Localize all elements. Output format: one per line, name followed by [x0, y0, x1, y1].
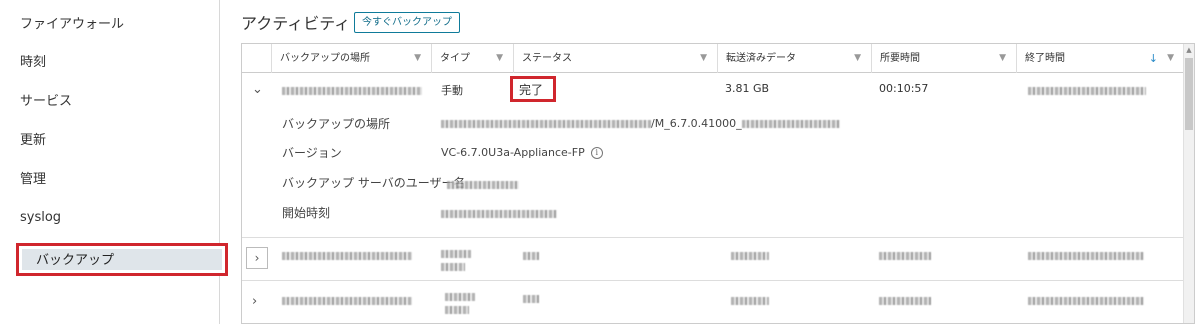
duration-value [879, 249, 931, 262]
column-header-duration[interactable]: 所要時間 ▼ [871, 44, 1016, 73]
detail-location-suffix: /M_6.7.0.41000_ [651, 117, 742, 130]
column-header-end-time[interactable]: 終了時間 ↓ ▼ [1016, 44, 1184, 73]
column-label: タイプ [440, 53, 470, 64]
chevron-right-icon[interactable]: › [246, 247, 268, 269]
column-header-data-transferred[interactable]: 転送済みデータ ▼ [717, 44, 871, 73]
sidebar-item-administration[interactable]: 管理 [20, 165, 46, 195]
table-row[interactable]: › [242, 239, 1184, 281]
sidebar-item-update[interactable]: 更新 [20, 126, 46, 156]
type-value [445, 290, 475, 316]
end-time-value [1028, 249, 1144, 262]
sort-down-icon[interactable]: ↓ [1149, 44, 1158, 73]
filter-icon[interactable]: ▼ [854, 44, 861, 73]
duration-value [879, 294, 931, 307]
location-value [282, 84, 422, 97]
detail-version-value: VC-6.7.0U3a-Appliance-FP i [441, 146, 603, 159]
sidebar-item-syslog[interactable]: syslog [20, 203, 61, 233]
sidebar-item-services[interactable]: サービス [20, 87, 72, 117]
filter-icon[interactable]: ▼ [496, 44, 503, 73]
column-header-location[interactable]: バックアップの場所 ▼ [271, 44, 431, 73]
detail-location-label: バックアップの場所 [282, 117, 391, 131]
data-transferred-value [731, 249, 769, 262]
sidebar-item-time[interactable]: 時刻 [20, 48, 46, 78]
column-label: ステータス [522, 53, 572, 64]
column-label: バックアップの場所 [280, 53, 370, 64]
status-value [523, 249, 539, 262]
sidebar-item-label: バックアップ [36, 253, 115, 268]
page-title: アクティビティ [241, 14, 351, 33]
chevron-down-icon[interactable]: ⌄ [252, 82, 263, 97]
table-row[interactable]: › [242, 282, 1184, 323]
info-icon[interactable]: i [590, 147, 603, 159]
data-transferred-value [731, 294, 769, 307]
version-text: VC-6.7.0U3a-Appliance-FP [441, 146, 585, 159]
scroll-up-icon[interactable]: ▲ [1184, 44, 1194, 56]
sidebar-item-firewall[interactable]: ファイアウォール [20, 10, 124, 40]
status-value: 完了 [519, 83, 544, 97]
status-highlight: 完了 [510, 76, 556, 102]
filter-icon[interactable]: ▼ [1167, 44, 1174, 73]
chevron-right-icon[interactable]: › [252, 294, 257, 309]
detail-start-label: 開始時刻 [282, 206, 331, 220]
detail-user-label: バックアップ サーバのユーザー名 [282, 176, 466, 190]
vertical-scrollbar[interactable]: ▲ [1183, 44, 1194, 323]
filter-icon[interactable]: ▼ [700, 44, 707, 73]
scroll-thumb[interactable] [1185, 58, 1193, 130]
status-value [523, 292, 539, 305]
filter-icon[interactable]: ▼ [999, 44, 1006, 73]
backup-now-button[interactable]: 今すぐバックアップ [354, 12, 460, 33]
end-time-value [1028, 84, 1146, 97]
table-row-expanded[interactable]: ⌄ 手動 完了 3.81 GB 00:10:57 バックアップの場所 /M_6.… [242, 74, 1184, 238]
sidebar: ファイアウォール 時刻 サービス 更新 管理 syslog バックアップ [0, 0, 228, 324]
column-header-type[interactable]: タイプ ▼ [431, 44, 513, 73]
data-transferred-value: 3.81 GB [725, 82, 770, 95]
detail-version-label: バージョン [282, 146, 342, 160]
column-label: 転送済みデータ [726, 53, 796, 64]
detail-user-value [447, 178, 519, 191]
sidebar-item-backup[interactable]: バックアップ [16, 243, 228, 276]
location-value [282, 249, 412, 262]
column-label: 終了時間 [1025, 53, 1065, 64]
filter-icon[interactable]: ▼ [414, 44, 421, 73]
detail-location-value: /M_6.7.0.41000_ [441, 117, 840, 130]
end-time-value [1028, 294, 1144, 307]
grid-header: バックアップの場所 ▼ タイプ ▼ ステータス ▼ 転送済みデータ ▼ 所要時間 ▼ 終了… [242, 44, 1184, 73]
active-item-background: バックアップ [22, 249, 222, 270]
type-value: 手動 [441, 84, 463, 97]
detail-start-value [441, 207, 557, 220]
duration-value: 00:10:57 [879, 82, 929, 95]
column-label: 所要時間 [880, 53, 920, 64]
column-header-status[interactable]: ステータス ▼ [513, 44, 717, 73]
activity-grid: バックアップの場所 ▼ タイプ ▼ ステータス ▼ 転送済みデータ ▼ 所要時間 ▼ 終了… [241, 43, 1195, 324]
type-value [441, 247, 471, 273]
location-value [282, 294, 412, 307]
